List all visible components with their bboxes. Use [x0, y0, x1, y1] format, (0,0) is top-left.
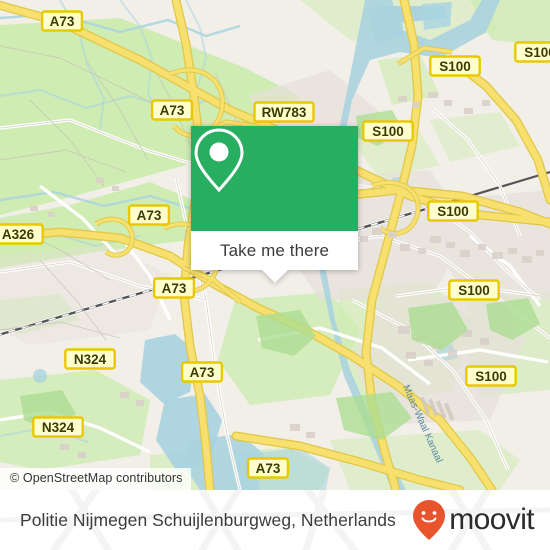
road-shield-label: N324: [74, 352, 107, 367]
road-shield-label: A73: [190, 365, 215, 380]
road-shield: A73: [152, 277, 196, 299]
road-shield-label: S100: [458, 283, 490, 298]
screenshot-root: A73 A73 RW783 S100 S100 S100 S100 A73 A326 S100 A7…: [0, 0, 550, 550]
road-shield: A73: [180, 361, 224, 383]
road-shield: N324: [64, 348, 116, 370]
osm-attribution[interactable]: © OpenStreetMap contributors: [0, 468, 191, 490]
road-shield: S100: [427, 200, 479, 222]
road-shield-label: A73: [160, 103, 185, 118]
road-shield: RW783: [253, 101, 315, 123]
road-shield-label: A326: [2, 227, 35, 242]
road-shield-label: A73: [162, 281, 187, 296]
take-me-there-button[interactable]: Take me there: [191, 231, 358, 283]
footer-bar: Politie Nijmegen Schuijlenburgweg, Nethe…: [0, 490, 550, 550]
road-shield: S100: [448, 279, 500, 301]
location-callout-card[interactable]: Take me there: [191, 126, 358, 283]
road-shield-label: N324: [42, 420, 75, 435]
road-shield-label: S100: [524, 45, 550, 60]
road-shield-label: A73: [137, 208, 162, 223]
road-shield-label: S100: [372, 124, 404, 139]
road-shield: A73: [40, 10, 84, 32]
callout-pointer: [261, 270, 288, 283]
location-title: Politie Nijmegen Schuijlenburgweg, Nethe…: [20, 509, 396, 530]
road-shield: S100: [514, 41, 550, 63]
map-pin-icon: [194, 128, 244, 193]
road-shield-label: RW783: [262, 105, 307, 120]
map-canvas[interactable]: A73 A73 RW783 S100 S100 S100 S100 A73 A326 S100 A7…: [0, 0, 550, 490]
road-shield: S100: [429, 55, 481, 77]
road-shield: A326: [0, 223, 44, 245]
road-shield-label: A73: [256, 461, 281, 476]
moovit-pin-icon: [413, 500, 446, 540]
road-shield-label: S100: [437, 204, 469, 219]
road-shield: N324: [32, 416, 84, 438]
moovit-wordmark: moovit: [449, 503, 534, 536]
road-shield: S100: [362, 120, 414, 142]
road-shield: A73: [150, 99, 194, 121]
moovit-brand[interactable]: moovit: [412, 499, 535, 541]
road-shield-label: S100: [475, 369, 507, 384]
road-shield-label: S100: [439, 59, 471, 74]
road-shield: A73: [246, 457, 290, 479]
take-me-there-label: Take me there: [219, 240, 330, 260]
road-shield: A73: [127, 204, 171, 226]
road-shield: S100: [465, 365, 517, 387]
road-shield-label: A73: [50, 14, 75, 29]
callout-pin-area: [191, 126, 358, 231]
